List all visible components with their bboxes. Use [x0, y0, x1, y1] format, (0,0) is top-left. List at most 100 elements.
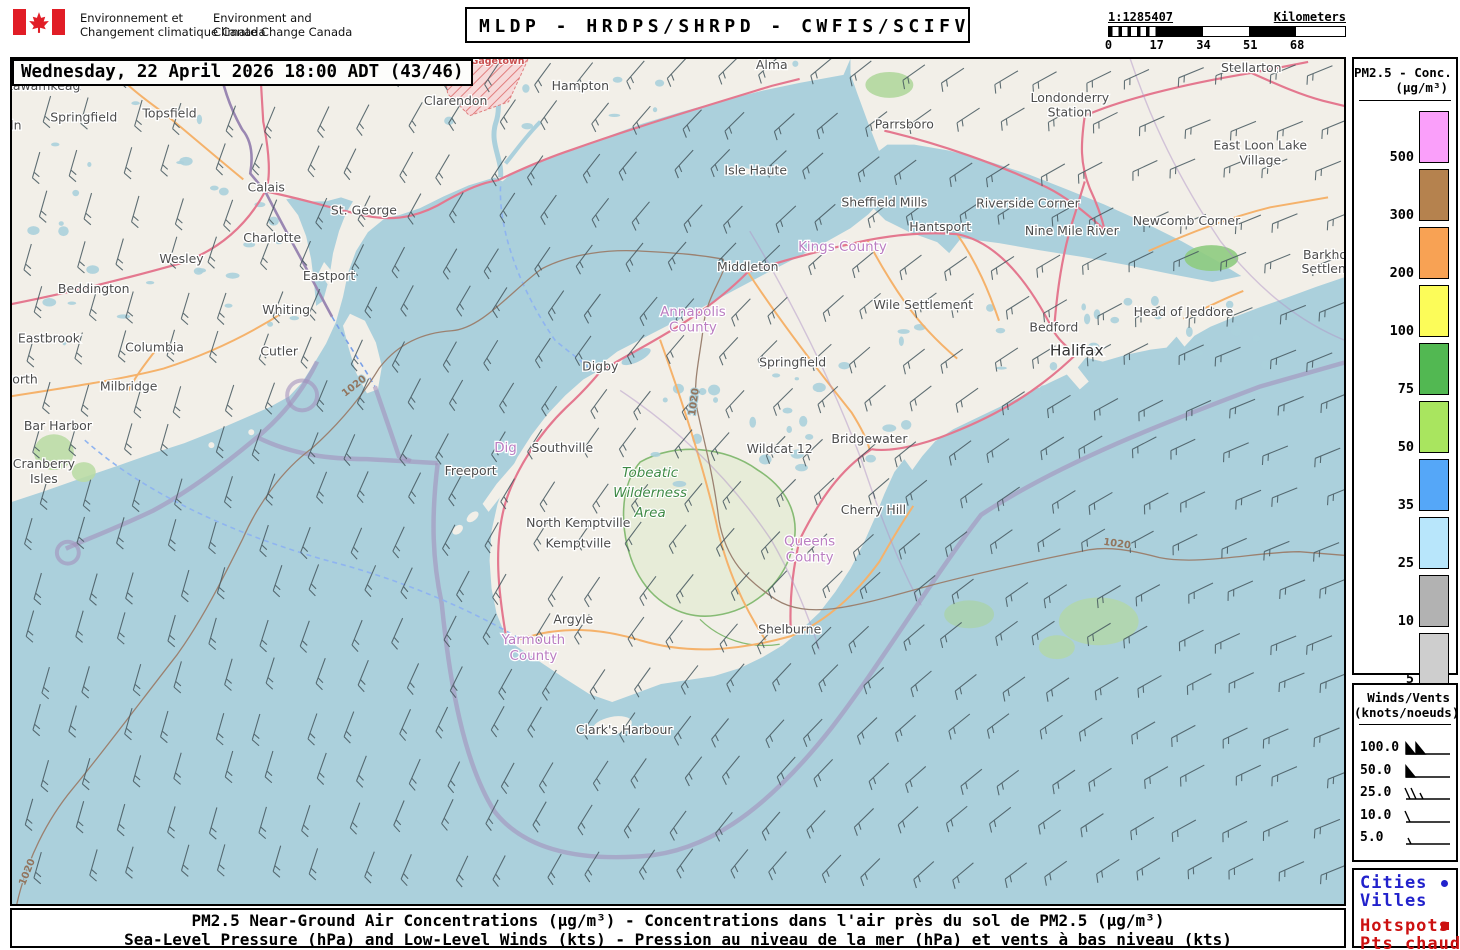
product-title: MLDP - HRDPS/SHRPD - CWFIS/SCIFV: [479, 16, 970, 37]
pm25-color-swatch: [1419, 633, 1449, 685]
cities-label-en: Cities: [1354, 874, 1456, 892]
town-label: Gagetown: [471, 59, 525, 67]
pm25-color-swatch: [1419, 575, 1449, 627]
wind-barb-icon: [1405, 741, 1450, 755]
scale-segment: [1249, 27, 1297, 36]
pm25-color-swatch: [1419, 111, 1449, 163]
pm25-color-swatch: [1419, 401, 1449, 453]
town-label: Middleton: [717, 259, 779, 274]
scale-bar: [1108, 26, 1346, 37]
town-label: Wesley: [159, 251, 203, 266]
map-scale: 1:1285407 Kilometers 0 17 34 51 68: [1104, 10, 1346, 52]
wind-speed-value: 5.0: [1360, 830, 1384, 845]
town-label: Hampton: [552, 78, 609, 93]
pm25-color-swatch: [1419, 343, 1449, 395]
city-dot-icon: [1441, 880, 1448, 887]
wind-legend-row: 25.0: [1354, 782, 1456, 805]
town-label: Isle Haute: [724, 162, 787, 177]
wind-speed-value: 25.0: [1360, 785, 1392, 800]
pm25-legend-units: (µg/m³): [1395, 80, 1448, 95]
town-label: Kemptville: [546, 536, 612, 551]
town-label: Riverside Corner: [976, 195, 1080, 210]
town-label: Whiting: [262, 302, 310, 317]
town-label: Wile Settlement: [873, 297, 973, 312]
town-label: Springfield: [759, 355, 826, 370]
scale-tick: 68: [1289, 38, 1305, 52]
town-label: Bar Harbor: [24, 418, 93, 433]
town-label: North Kemptville: [526, 515, 630, 530]
caption-line1: PM2.5 Near-Ground Air Concentrations (µg…: [191, 911, 1165, 930]
town-label: Calais: [248, 179, 285, 194]
town-label: oln: [12, 118, 21, 133]
town-label: Alma: [756, 59, 788, 72]
hotspots-label-fr: Pts chauds: [1360, 934, 1460, 950]
scale-ratio: 1:1285407: [1108, 10, 1174, 24]
valid-time-stamp: Wednesday, 22 April 2026 18:00 ADT (43/4…: [12, 59, 473, 86]
scale-segment: [1296, 27, 1343, 36]
canada-flag-icon: [13, 9, 65, 35]
winds-legend-title: Winds/Vents: [1367, 690, 1450, 705]
scale-unit: Kilometers: [1273, 10, 1346, 24]
agency-name-en: Environment and Climate Change Canada: [213, 11, 353, 39]
pm25-legend-row: 10: [1354, 569, 1456, 629]
wind-legend-row: 50.0: [1354, 760, 1456, 783]
town-label: Clarendon: [424, 93, 488, 108]
county-label: Dig: [494, 441, 517, 456]
county-label: Annapolis County: [660, 305, 726, 336]
pm25-color-swatch: [1419, 459, 1449, 511]
town-label: Topsfield: [141, 106, 196, 121]
town-label: Eastbrook: [18, 331, 81, 346]
town-label: Bridgewater: [831, 431, 908, 446]
scale-tick: 17: [1149, 38, 1164, 52]
town-label: Sheffield Mills: [841, 194, 927, 209]
town-label: Nine Mile River: [1025, 223, 1120, 238]
scale-tick: 0: [1104, 38, 1113, 52]
wind-barb-icon: [1404, 787, 1450, 800]
scale-tick: 51: [1243, 38, 1258, 52]
winds-legend-units: (knots/noeuds): [1354, 705, 1460, 720]
town-label: Milbridge: [100, 378, 158, 393]
town-label: Columbia: [125, 340, 184, 355]
pm25-color-swatch: [1419, 169, 1449, 221]
county-label: Yarmouth County: [501, 633, 566, 664]
eccc-map-product: { "header": { "fr1": "Environnement et",…: [0, 0, 1460, 950]
pm25-legend-row: 500: [1354, 105, 1456, 165]
town-label: Shelburne: [758, 621, 821, 636]
pm25-legend-row: 5: [1354, 627, 1456, 687]
town-label: Newcomb Corner: [1133, 213, 1241, 228]
town-label: Clark's Harbour: [576, 722, 673, 737]
pm25-legend-row: 300: [1354, 163, 1456, 223]
town-label: Wildcat 12: [747, 441, 813, 456]
wind-speed-value: 10.0: [1360, 807, 1392, 823]
town-label: Beddington: [58, 281, 130, 296]
town-label: Bedford: [1029, 320, 1078, 335]
cities-label-fr: Villes: [1360, 891, 1428, 911]
scale-segment: [1109, 27, 1156, 36]
wind-speed-value: 50.0: [1360, 762, 1392, 778]
pm25-legend-row: 50: [1354, 395, 1456, 455]
pm25-color-swatch: [1419, 517, 1449, 569]
town-label: St. George: [331, 202, 397, 217]
wind-barb-icon: [1406, 837, 1450, 845]
pm25-legend-row: 35: [1354, 453, 1456, 513]
town-label: Springfield: [50, 110, 117, 125]
town-label: Cutler: [260, 344, 299, 359]
county-label: Kings County: [798, 240, 887, 255]
pm25-legend-row: 200: [1354, 221, 1456, 281]
town-label: Parrsboro: [875, 117, 934, 132]
pm25-legend-panel: PM2.5 - Conc. (µg/m³) 500 300 200 100 75 50 35…: [1352, 57, 1458, 687]
town-label: Digby: [582, 359, 618, 374]
scale-ticks: 0 17 34 51 68: [1104, 37, 1346, 52]
wind-legend-row: 10.0: [1354, 805, 1456, 828]
hotspot-square-icon: [1441, 922, 1449, 930]
pm25-legend-title: PM2.5 - Conc.: [1354, 65, 1452, 80]
pm25-legend-row: 75: [1354, 337, 1456, 397]
divider: [1359, 100, 1451, 101]
town-label: Freeport: [445, 463, 497, 478]
pm25-color-swatch: [1419, 285, 1449, 337]
town-label: Eastport: [303, 268, 355, 283]
town-label: Hantsport: [909, 219, 971, 234]
caption-box: PM2.5 Near-Ground Air Concentrations (µg…: [10, 908, 1346, 949]
pm25-legend-row: 100: [1354, 279, 1456, 339]
markers-legend-panel: Cities Villes Hotspots Pts chauds: [1352, 868, 1460, 950]
